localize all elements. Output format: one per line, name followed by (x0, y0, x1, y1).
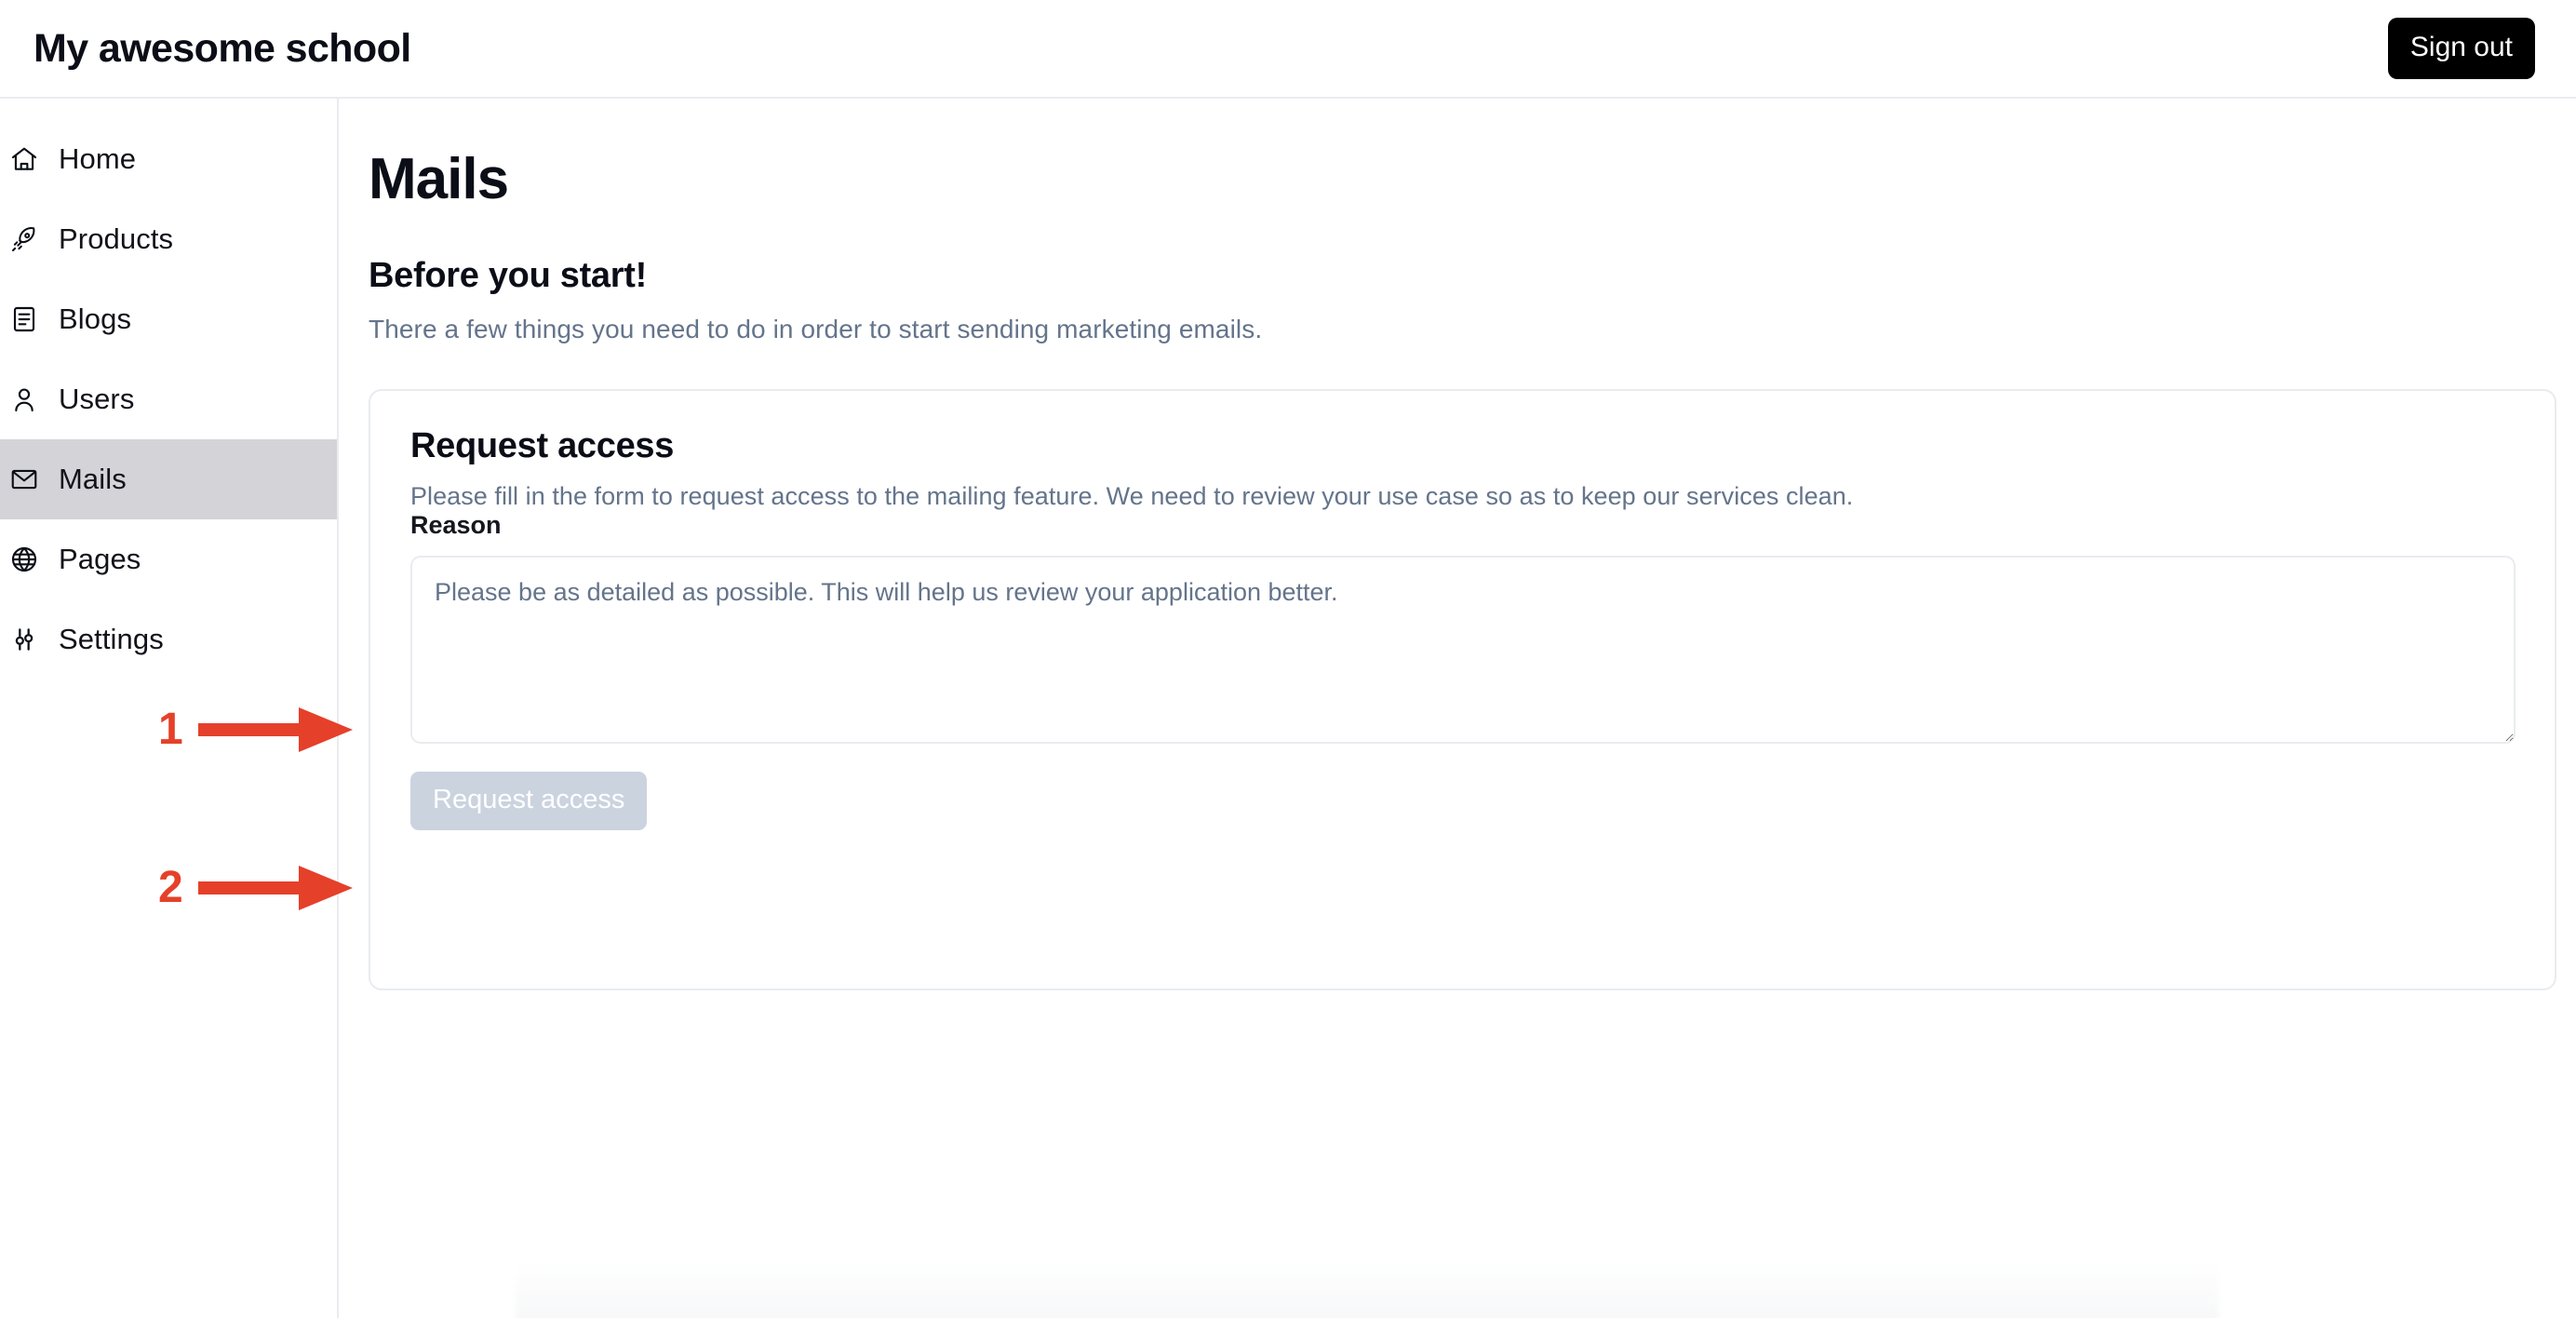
section-subtitle: There a few things you need to do in ord… (369, 315, 2537, 344)
card-title: Request access (410, 426, 2517, 466)
globe-icon (7, 543, 41, 576)
top-header: My awesome school Sign out (0, 0, 2576, 99)
sidebar-item-label: Settings (59, 623, 164, 656)
sidebar-item-label: Blogs (59, 303, 131, 336)
section-title: Before you start! (369, 256, 2537, 296)
sidebar-item-mails[interactable]: Mails (0, 439, 337, 519)
sliders-icon (7, 623, 41, 656)
sidebar-item-label: Users (59, 383, 134, 416)
request-access-card: Request access Please fill in the form t… (369, 389, 2556, 990)
app-root: My awesome school Sign out Home Products (0, 0, 2576, 1318)
sidebar-item-users[interactable]: Users (0, 359, 337, 439)
sidebar-item-home[interactable]: Home (0, 119, 337, 199)
sidebar-item-blogs[interactable]: Blogs (0, 279, 337, 359)
reason-input[interactable] (410, 556, 2516, 744)
request-access-button[interactable]: Request access (410, 772, 647, 830)
sidebar-item-label: Products (59, 222, 173, 256)
brand-title: My awesome school (34, 26, 411, 72)
sidebar-item-label: Mails (59, 463, 127, 496)
envelope-icon (7, 463, 41, 496)
sidebar-item-label: Home (59, 142, 136, 176)
user-icon (7, 383, 41, 416)
sidebar-item-label: Pages (59, 543, 141, 576)
rocket-icon (7, 222, 41, 256)
reason-label: Reason (410, 511, 502, 539)
page-title: Mails (369, 149, 2537, 209)
home-icon (7, 142, 41, 176)
main-content: Mails Before you start! There a few thin… (341, 99, 2576, 1318)
sidebar-nav: Home Products Blogs (0, 99, 339, 1318)
sign-out-button[interactable]: Sign out (2388, 18, 2535, 79)
card-description: Please fill in the form to request acces… (410, 482, 2517, 511)
sidebar-item-pages[interactable]: Pages (0, 519, 337, 599)
sidebar-item-settings[interactable]: Settings (0, 599, 337, 679)
bottom-partial-panel (516, 1261, 2219, 1318)
article-icon (7, 303, 41, 336)
sidebar-item-products[interactable]: Products (0, 199, 337, 279)
